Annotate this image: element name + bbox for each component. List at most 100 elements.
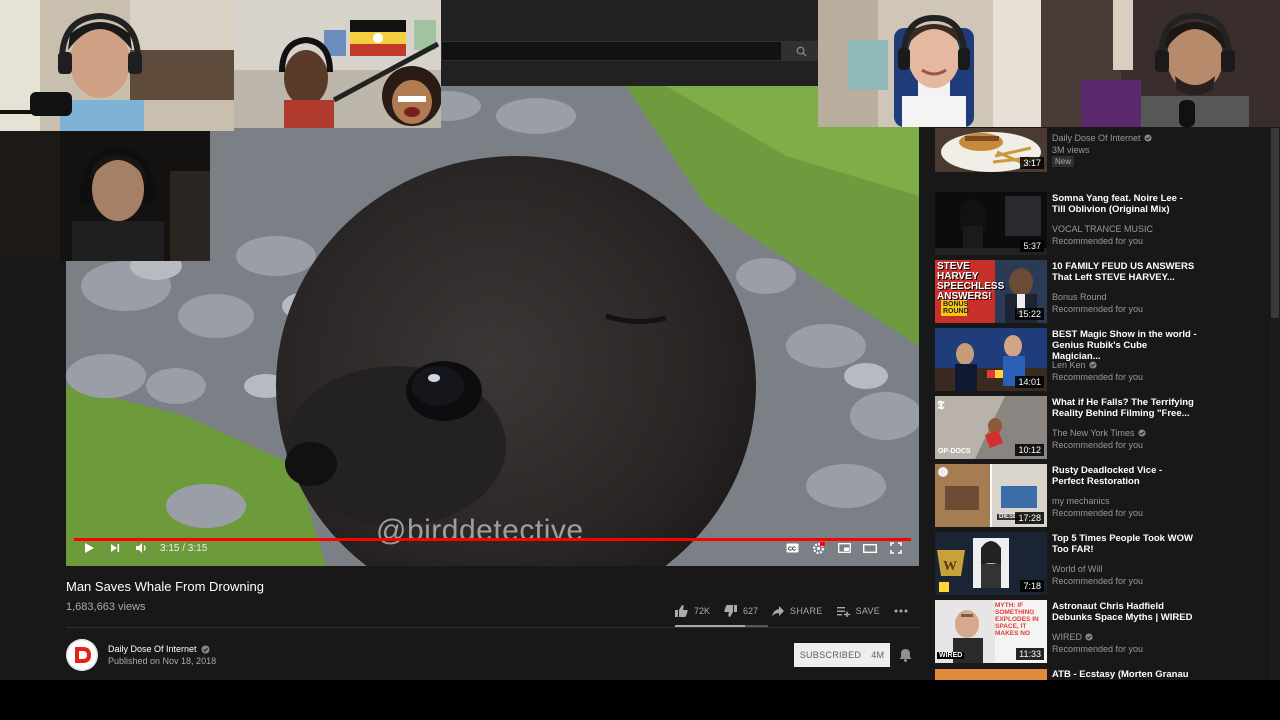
video-thumbnail[interactable]: 14:01 <box>935 328 1047 391</box>
recommendation-item[interactable]: STEVE HARVEY SPEECHLESS ANSWERS! BONUS R… <box>935 260 1205 324</box>
video-duration: 7:18 <box>1020 580 1044 592</box>
webcam-feed <box>818 0 1041 127</box>
channel-label: Len Ken <box>1052 360 1086 370</box>
video-duration: 14:01 <box>1015 376 1044 388</box>
recommendation-item[interactable]: MYTH: IF SOMETHING EXPLODES IN SPACE, IT… <box>935 600 1205 664</box>
video-thumbnail[interactable]: MYTH: IF SOMETHING EXPLODES IN SPACE, IT… <box>935 600 1047 663</box>
playlist-add-icon <box>836 606 850 617</box>
settings-button[interactable] <box>805 535 831 561</box>
more-actions-button[interactable] <box>894 609 908 613</box>
share-button[interactable]: SHARE <box>772 605 823 617</box>
thumbnail-logo: BONUS ROUND <box>941 300 969 316</box>
save-button[interactable]: SAVE <box>836 606 881 617</box>
webcam-overlay-3 <box>0 131 210 261</box>
recommendation-title: Top 5 Times People Took WOW Too FAR! <box>1052 533 1193 555</box>
thumbs-up-icon <box>675 605 688 617</box>
video-duration: 3:17 <box>1020 157 1044 169</box>
theater-mode-button[interactable] <box>857 535 883 561</box>
thumbnail-caption: MYTH: IF SOMETHING EXPLODES IN SPACE, IT… <box>995 602 1039 637</box>
recommendation-channel: Len Ken <box>1052 360 1097 370</box>
webcam-feed <box>234 0 441 128</box>
bell-icon[interactable] <box>899 648 912 662</box>
recommendation-meta: Recommended for you <box>1052 372 1144 382</box>
channel-label: Daily Dose Of Internet <box>1052 133 1141 143</box>
player-controls: 3:15 / 3:15 CC <box>66 530 919 566</box>
recommendation-item[interactable]: W 7:18 Top 5 Times People Took WOW Too F… <box>935 532 1205 596</box>
recommendation-title: BEST Magic Show in the world - Genius Ru… <box>1052 329 1197 362</box>
video-thumbnail[interactable]: DIESEL 17:28 <box>935 464 1047 527</box>
miniplayer-button[interactable] <box>831 535 857 561</box>
webcam-overlay-2 <box>234 0 441 128</box>
publish-date: Published on Nov 18, 2018 <box>108 656 217 666</box>
channel-name-link[interactable]: Daily Dose Of Internet <box>108 644 210 654</box>
next-button[interactable] <box>102 535 128 561</box>
subscribe-button[interactable]: SUBSCRIBED 4M <box>794 643 890 667</box>
thumbnail-caption: OP-DOCS <box>938 448 971 455</box>
video-title: Man Saves Whale From Drowning <box>66 579 264 594</box>
channel-name: Daily Dose Of Internet <box>108 644 197 654</box>
webcam-feed <box>0 0 234 131</box>
video-thumbnail[interactable]: STEVE HARVEY SPEECHLESS ANSWERS! BONUS R… <box>935 260 1047 323</box>
recommendation-title: ATB - Ecstasy (Morten Granau <box>1052 669 1189 680</box>
video-thumbnail[interactable]: 5:37 <box>935 192 1047 255</box>
play-icon <box>85 543 94 553</box>
channel-label: WIRED <box>1052 632 1082 642</box>
search-icon <box>796 46 807 57</box>
recommendation-title: 10 FAMILY FEUD US ANSWERS That Left STEV… <box>1052 261 1195 283</box>
video-duration: 5:37 <box>1020 240 1044 252</box>
save-label: SAVE <box>855 606 881 616</box>
verified-icon <box>1085 633 1093 641</box>
like-count: 72K <box>694 606 711 616</box>
thumbnail-caption: STEVE HARVEY SPEECHLESS ANSWERS! <box>937 261 1005 302</box>
recommendation-item[interactable]: ATB - Ecstasy (Morten Granau <box>935 668 1205 680</box>
video-thumbnail[interactable]: W 7:18 <box>935 532 1047 595</box>
time-display: 3:15 / 3:15 <box>160 542 208 554</box>
recommendation-channel: my mechanics <box>1052 496 1110 506</box>
video-duration: 17:28 <box>1015 512 1044 524</box>
dislike-count: 627 <box>743 606 759 616</box>
fullscreen-icon <box>890 542 902 554</box>
view-count: 1,683,663 views <box>66 601 146 613</box>
recommendation-meta: Recommended for you <box>1052 576 1144 586</box>
recommendation-item[interactable]: 14:01 BEST Magic Show in the world - Gen… <box>935 328 1205 392</box>
webcam-feed <box>0 131 210 261</box>
dislike-button[interactable]: 627 <box>724 605 758 617</box>
new-badge: New <box>1052 156 1075 167</box>
verified-icon <box>201 645 210 653</box>
verified-icon <box>1137 429 1146 437</box>
video-actions: 72K 627 SHARE SAVE <box>675 598 922 624</box>
webcam-overlay-5 <box>1041 0 1280 127</box>
captions-button[interactable]: CC <box>779 535 805 561</box>
volume-button[interactable] <box>128 535 154 561</box>
subscriber-count: 4M <box>871 650 885 660</box>
like-button[interactable]: 72K <box>675 605 710 617</box>
play-button[interactable] <box>76 535 102 561</box>
video-thumbnail[interactable] <box>935 668 1047 680</box>
recommendation-title: Rusty Deadlocked Vice - Perfect Restorat… <box>1052 465 1163 487</box>
recommendation-meta: Recommended for you <box>1052 304 1144 314</box>
video-thumbnail[interactable]: 3:17 <box>935 128 1047 172</box>
volume-icon <box>135 543 146 553</box>
recommendation-meta: 3M views <box>1052 145 1090 155</box>
webcam-overlay-4 <box>818 0 1041 127</box>
search-button[interactable] <box>782 41 820 61</box>
search-input[interactable] <box>441 41 782 61</box>
recommendation-meta: Recommended for you <box>1052 236 1144 246</box>
verified-icon <box>1088 361 1097 369</box>
recommendation-channel: World of Will <box>1052 564 1103 574</box>
channel-avatar[interactable] <box>66 639 98 671</box>
recommendation-channel: Daily Dose Of Internet <box>1052 133 1152 143</box>
captions-icon: CC <box>786 543 798 553</box>
gear-icon <box>812 541 825 554</box>
recommendation-channel: VOCAL TRANCE MUSIC <box>1052 224 1154 234</box>
share-icon <box>772 605 785 617</box>
fullscreen-button[interactable] <box>883 535 909 561</box>
svg-text:W: W <box>943 559 957 574</box>
video-thumbnail[interactable]: 𝕿 OP-DOCS 10:12 <box>935 396 1047 459</box>
recommendation-item[interactable]: 𝕿 OP-DOCS 10:12 What if He Falls? The Te… <box>935 396 1205 460</box>
recommendation-meta: Recommended for you <box>1052 644 1144 654</box>
share-label: SHARE <box>790 606 823 616</box>
scrollbar-thumb[interactable] <box>1271 128 1279 318</box>
recommendation-item[interactable]: DIESEL 17:28 Rusty Deadlocked Vice - Per… <box>935 464 1205 528</box>
recommendation-item[interactable]: 5:37 Somna Yang feat. Noire Lee - Till O… <box>935 192 1205 256</box>
